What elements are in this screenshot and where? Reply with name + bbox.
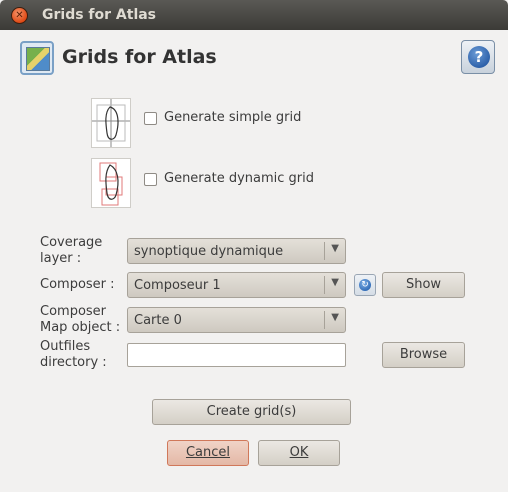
outfiles-label-line1: Outfiles bbox=[40, 339, 91, 354]
refresh-icon: ↻ bbox=[359, 279, 371, 291]
composer-select[interactable]: Composeur 1 ▼ bbox=[127, 272, 346, 298]
simple-grid-preview-icon bbox=[91, 98, 131, 148]
composer-label: Composer : bbox=[40, 277, 115, 292]
dialog-header-title: Grids for Atlas bbox=[62, 46, 217, 68]
dynamic-grid-label: Generate dynamic grid bbox=[164, 171, 315, 186]
outfiles-directory-input[interactable] bbox=[127, 343, 346, 367]
show-button[interactable]: Show bbox=[382, 272, 465, 298]
composer-value: Composeur 1 bbox=[134, 278, 221, 293]
cancel-button[interactable]: Cancel bbox=[167, 440, 249, 466]
coverage-layer-label-line1: Coverage bbox=[40, 235, 103, 250]
ok-button[interactable]: OK bbox=[258, 440, 340, 466]
map-object-label-line2: Map object : bbox=[40, 320, 121, 335]
ok-button-label: OK bbox=[289, 445, 309, 460]
map-object-value: Carte 0 bbox=[134, 313, 182, 328]
help-icon: ? bbox=[468, 46, 490, 68]
browse-button[interactable]: Browse bbox=[382, 342, 465, 368]
chevron-down-icon: ▼ bbox=[331, 312, 339, 323]
coverage-layer-value: synoptique dynamique bbox=[134, 244, 284, 259]
dynamic-grid-preview-icon bbox=[91, 158, 131, 208]
atlas-plugin-icon bbox=[20, 41, 54, 75]
coverage-layer-label-line2: layer : bbox=[40, 251, 82, 266]
title-bar: ✕ Grids for Atlas bbox=[0, 0, 508, 30]
refresh-composers-button[interactable]: ↻ bbox=[354, 274, 376, 296]
simple-grid-checkbox[interactable] bbox=[144, 112, 157, 125]
map-object-label-line1: Composer bbox=[40, 304, 107, 319]
outfiles-label-line2: directory : bbox=[40, 355, 107, 370]
close-icon[interactable]: ✕ bbox=[11, 7, 28, 24]
dynamic-grid-checkbox[interactable] bbox=[144, 173, 157, 186]
simple-grid-label: Generate simple grid bbox=[164, 110, 302, 125]
window-title: Grids for Atlas bbox=[42, 7, 157, 23]
map-object-select[interactable]: Carte 0 ▼ bbox=[127, 307, 346, 333]
cancel-button-label: Cancel bbox=[185, 445, 231, 460]
help-button[interactable]: ? bbox=[461, 40, 495, 74]
create-grids-button[interactable]: Create grid(s) bbox=[152, 399, 351, 425]
chevron-down-icon: ▼ bbox=[331, 277, 339, 288]
chevron-down-icon: ▼ bbox=[331, 243, 339, 254]
coverage-layer-select[interactable]: synoptique dynamique ▼ bbox=[127, 238, 346, 264]
dialog-content: Grids for Atlas ? Generate simple grid G… bbox=[0, 30, 508, 492]
